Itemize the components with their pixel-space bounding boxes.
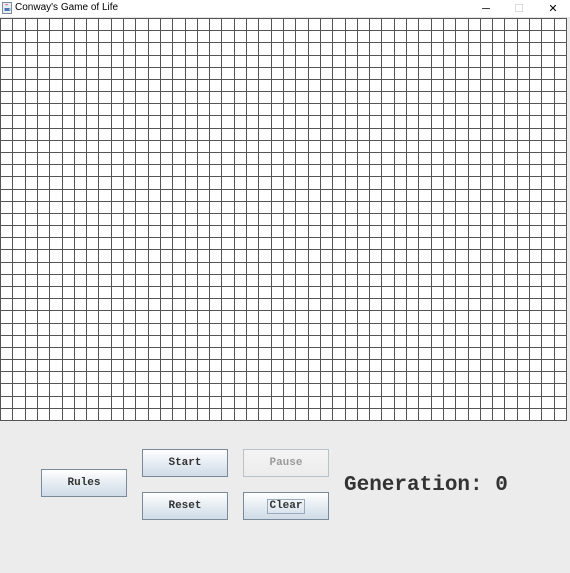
- minimize-button[interactable]: ─: [470, 0, 502, 17]
- reset-button-label: Reset: [168, 500, 202, 512]
- maximize-button[interactable]: ☐: [503, 0, 535, 17]
- window-title: Conway's Game of Life: [15, 2, 119, 13]
- close-button[interactable]: ✕: [537, 0, 569, 17]
- java-cup-icon: [2, 2, 12, 14]
- title-bar: Conway's Game of Life ─ ☐ ✕: [0, 0, 570, 18]
- life-grid[interactable]: [0, 18, 567, 421]
- grid-canvas[interactable]: [0, 18, 567, 421]
- pause-button[interactable]: Pause: [243, 449, 329, 477]
- maximize-icon: ☐: [514, 3, 524, 15]
- reset-button[interactable]: Reset: [142, 492, 228, 520]
- pause-button-label: Pause: [269, 457, 303, 469]
- close-icon: ✕: [548, 3, 558, 15]
- clear-button-label: Clear: [267, 498, 305, 514]
- generation-counter: Generation: 0: [344, 474, 508, 497]
- start-button[interactable]: Start: [142, 449, 228, 477]
- clear-button[interactable]: Clear: [243, 492, 329, 520]
- minimize-icon: ─: [482, 2, 490, 15]
- rules-button-label: Rules: [67, 477, 101, 489]
- rules-button[interactable]: Rules: [41, 469, 127, 497]
- start-button-label: Start: [168, 457, 202, 469]
